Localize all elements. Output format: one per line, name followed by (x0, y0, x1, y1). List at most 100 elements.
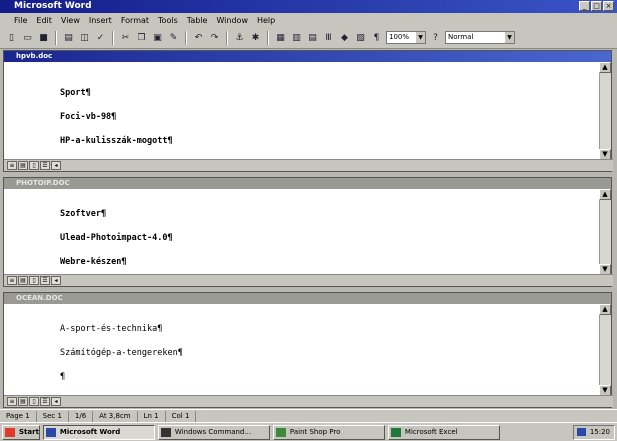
document-body[interactable]: Szoftver¶ Ulead-Photoimpact-4.0¶ Webre-k… (4, 189, 613, 286)
outline-view-icon[interactable]: ☰ (40, 276, 50, 285)
scroll-left-icon[interactable]: ◂ (51, 161, 61, 170)
insert-excel-icon[interactable]: ▤ (306, 31, 319, 44)
document-title: OCEAN.DOC (16, 294, 63, 302)
vertical-scrollbar[interactable]: ▲ ▼ (599, 62, 611, 160)
clock: 15:20 (589, 428, 610, 436)
standard-toolbar: ▯ ▭ ■ ▤ ◫ ✓ ✂ ❐ ▣ ✎ ↶ ↷ ⚓ ✱ ▦ ▥ ▤ Ⅲ ◆ ▧ … (0, 27, 617, 49)
view-buttons-bar: ≡ ▤ ▯ ☰ ◂ (4, 159, 613, 171)
tables-borders-icon[interactable]: ▦ (274, 31, 287, 44)
drawing-icon[interactable]: ◆ (338, 31, 351, 44)
page-view-icon[interactable]: ▯ (29, 276, 39, 285)
web-view-icon[interactable]: ▤ (18, 397, 28, 406)
minimize-icon[interactable]: _ (579, 1, 590, 11)
start-label: Start (19, 427, 39, 436)
show-hide-icon[interactable]: ¶ (370, 31, 383, 44)
maximize-icon[interactable]: □ (591, 1, 602, 11)
open-folder-icon[interactable]: ▭ (21, 31, 34, 44)
chevron-down-icon[interactable]: ▼ (505, 32, 514, 43)
scroll-up-icon[interactable]: ▲ (599, 189, 611, 200)
close-icon[interactable]: × (603, 1, 614, 11)
vertical-scrollbar[interactable]: ▲ ▼ (599, 304, 611, 396)
status-bar: Page 1 Sec 1 1/6 At 3,8cm Ln 1 Col 1 (0, 409, 617, 422)
scroll-left-icon[interactable]: ◂ (51, 276, 61, 285)
document-title-bar: hpvb.doc (4, 51, 611, 62)
cut-icon[interactable]: ✂ (119, 31, 132, 44)
start-button[interactable]: Start (2, 424, 40, 440)
outline-view-icon[interactable]: ☰ (40, 161, 50, 170)
taskbar: Start Microsoft Word Windows Command... … (0, 422, 617, 441)
document-window-hpvb: hpvb.doc Sport¶ Foci-vb-98¶ HP-a-kulissz… (3, 50, 613, 172)
task-label: Microsoft Word (59, 427, 121, 436)
view-buttons-bar: ≡ ▤ ▯ ☰ ◂ (4, 274, 613, 286)
task-label: Microsoft Excel (404, 427, 458, 436)
menu-bar: File Edit View Insert Format Tools Table… (0, 13, 617, 27)
normal-view-icon[interactable]: ≡ (7, 161, 17, 170)
document-body[interactable]: Sport¶ Foci-vb-98¶ HP-a-kulisszák-mogott… (4, 62, 613, 171)
document-title: hpvb.doc (16, 52, 53, 60)
scroll-up-icon[interactable]: ▲ (599, 304, 611, 315)
normal-view-icon[interactable]: ≡ (7, 276, 17, 285)
status-pages: 1/6 (69, 410, 94, 422)
document-title-bar: PHOTOIP.DOC (4, 178, 611, 189)
zoom-select[interactable]: 100% ▼ (386, 31, 426, 44)
save-icon[interactable]: ■ (37, 31, 50, 44)
app-title-bar: Microsoft Word (0, 0, 617, 13)
menu-window[interactable]: Window (216, 16, 248, 25)
window-controls: _ □ × (579, 1, 614, 11)
outline-view-icon[interactable]: ☰ (40, 397, 50, 406)
spelling-icon[interactable]: ✓ (94, 31, 107, 44)
copy-icon[interactable]: ❐ (135, 31, 148, 44)
task-label: Paint Shop Pro (289, 427, 341, 436)
view-buttons-bar: ≡ ▤ ▯ ☰ ◂ (4, 395, 613, 407)
chevron-down-icon[interactable]: ▼ (416, 32, 425, 43)
excel-icon (390, 427, 401, 437)
new-document-icon[interactable]: ▯ (5, 31, 18, 44)
vertical-scrollbar[interactable]: ▲ ▼ (599, 189, 611, 275)
menu-edit[interactable]: Edit (36, 16, 52, 25)
menu-tools[interactable]: Tools (158, 16, 178, 25)
menu-help[interactable]: Help (257, 16, 275, 25)
task-microsoft-excel[interactable]: Microsoft Excel (387, 424, 500, 440)
document-window-ocean: OCEAN.DOC A-sport-és-technika¶ Számítógé… (3, 292, 613, 408)
task-windows-command[interactable]: Windows Command... (157, 424, 270, 440)
menu-view[interactable]: View (61, 16, 80, 25)
insert-table-icon[interactable]: ▥ (290, 31, 303, 44)
normal-view-icon[interactable]: ≡ (7, 397, 17, 406)
document-line: Webre-készen¶ (60, 257, 127, 267)
task-paint-shop-pro[interactable]: Paint Shop Pro (272, 424, 385, 440)
menu-file[interactable]: File (14, 16, 27, 25)
menu-insert[interactable]: Insert (89, 16, 112, 25)
format-painter-icon[interactable]: ✎ (167, 31, 180, 44)
style-select[interactable]: Normal ▼ (445, 31, 515, 44)
redo-icon[interactable]: ↷ (208, 31, 221, 44)
page-view-icon[interactable]: ▯ (29, 161, 39, 170)
hyperlink-icon[interactable]: ⚓ (233, 31, 246, 44)
web-toolbar-icon[interactable]: ✱ (249, 31, 262, 44)
menu-format[interactable]: Format (121, 16, 149, 25)
menu-table[interactable]: Table (187, 16, 208, 25)
status-page: Page 1 (0, 410, 37, 422)
scroll-up-icon[interactable]: ▲ (599, 62, 611, 73)
web-view-icon[interactable]: ▤ (18, 161, 28, 170)
word-icon (45, 427, 56, 437)
status-column: Col 1 (166, 410, 197, 422)
print-preview-icon[interactable]: ◫ (78, 31, 91, 44)
columns-icon[interactable]: Ⅲ (322, 31, 335, 44)
document-body[interactable]: A-sport-és-technika¶ Számítógép-a-tenger… (4, 304, 613, 407)
document-line: A-sport-és-technika¶ (60, 324, 163, 334)
document-line: Foci-vb-98¶ (60, 112, 117, 122)
page-view-icon[interactable]: ▯ (29, 397, 39, 406)
document-window-photoip: PHOTOIP.DOC Szoftver¶ Ulead-Photoimpact-… (3, 177, 613, 287)
task-microsoft-word[interactable]: Microsoft Word (42, 424, 155, 440)
web-view-icon[interactable]: ▤ (18, 276, 28, 285)
paste-icon[interactable]: ▣ (151, 31, 164, 44)
undo-icon[interactable]: ↶ (192, 31, 205, 44)
toolbar-separator (185, 30, 187, 45)
tray-icon[interactable] (576, 428, 586, 436)
document-map-icon[interactable]: ▧ (354, 31, 367, 44)
document-line: Ulead-Photoimpact-4.0¶ (60, 233, 173, 243)
windows-logo-icon (5, 427, 15, 437)
scroll-left-icon[interactable]: ◂ (51, 397, 61, 406)
office-assistant-icon[interactable]: ? (429, 31, 442, 44)
print-icon[interactable]: ▤ (62, 31, 75, 44)
